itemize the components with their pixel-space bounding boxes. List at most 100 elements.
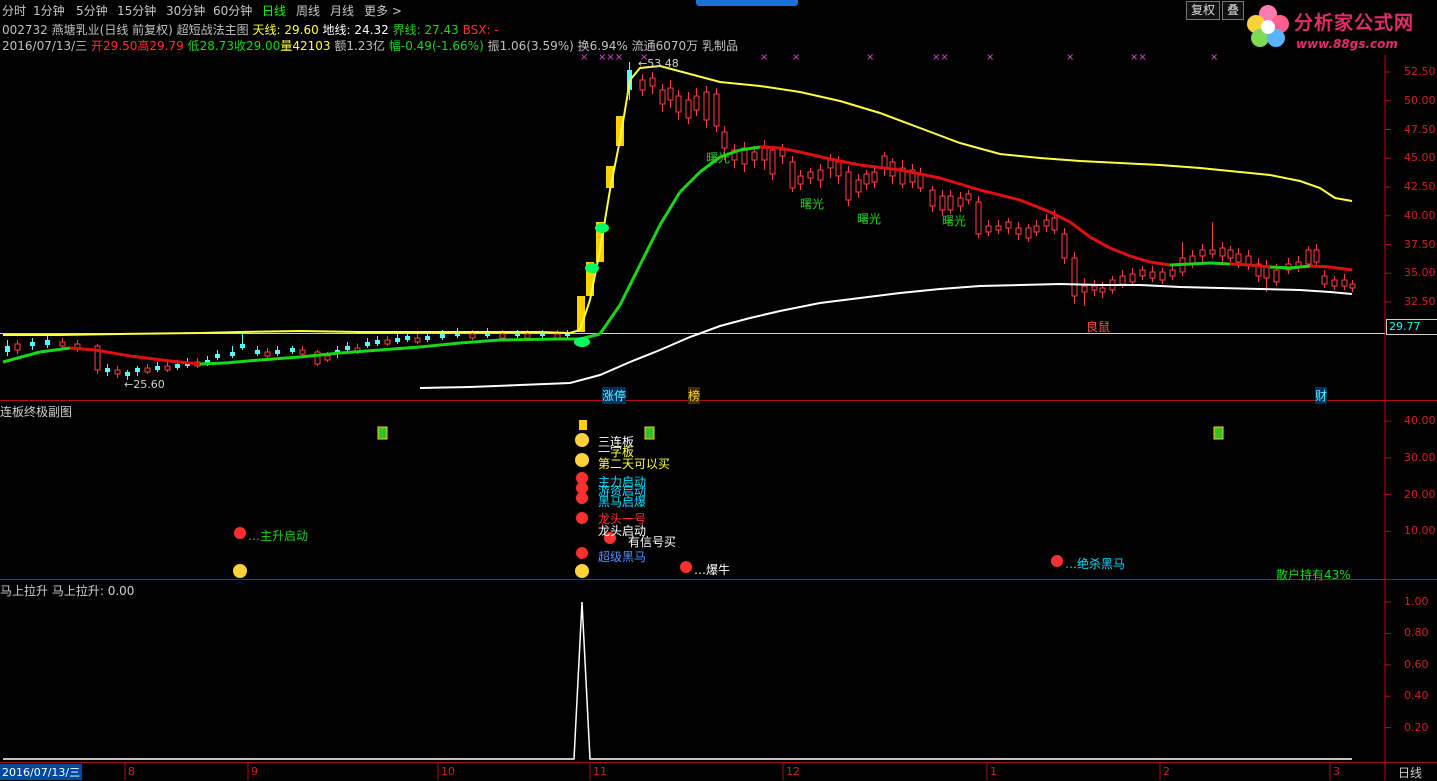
candle-body <box>164 365 171 371</box>
period-label[interactable]: 日线 <box>1398 764 1422 781</box>
candle-body <box>215 354 220 358</box>
candle-body <box>1235 253 1242 263</box>
annotation-liangshu: 良鼠 <box>1086 320 1111 334</box>
sub2-title: 马上拉升 <box>0 584 49 598</box>
trend-line-segment <box>1189 261 1211 266</box>
candle-body <box>659 89 666 105</box>
candle-body <box>929 189 936 207</box>
trend-line-segment <box>379 345 421 352</box>
candle-body <box>817 169 824 181</box>
marker-x: × <box>1210 52 1218 63</box>
candle-body <box>1227 249 1234 259</box>
candle-body <box>807 171 814 179</box>
trend-line-segment <box>1309 264 1331 269</box>
trend-line-segment <box>224 358 261 365</box>
chart-canvas[interactable]: × ××× × × × × ×× × × ×× × <box>0 0 1437 780</box>
candle-body <box>713 93 720 127</box>
trend-line-segment <box>1289 264 1311 270</box>
candle-body <box>230 352 235 356</box>
candle-body <box>5 346 10 352</box>
candle-body <box>565 334 570 336</box>
trend-line-segment <box>1329 265 1353 272</box>
red-ball-icon <box>576 547 588 559</box>
price-axis-label: 32.50 <box>1404 295 1436 308</box>
trend-line-segment <box>1069 220 1091 239</box>
candle-body <box>299 349 306 355</box>
sub1-axis-label: 20.00 <box>1404 487 1436 501</box>
month-label: 2 <box>1163 765 1170 778</box>
signal-gem-icon <box>574 337 590 347</box>
candle-body <box>835 161 842 177</box>
signal-text: 绝杀黑马 <box>1077 557 1126 571</box>
candle-body <box>1331 279 1338 287</box>
retail-holding: 散户持有43% <box>1276 568 1351 582</box>
candle-body <box>1305 249 1312 265</box>
price-axis-label: 50.00 <box>1404 93 1436 107</box>
flag-icon <box>644 426 655 440</box>
trend-line-segment <box>1249 263 1271 269</box>
month-label: 1 <box>990 765 997 778</box>
candle-body <box>675 95 682 113</box>
candle-body <box>1099 287 1106 293</box>
candle-body <box>965 193 972 201</box>
trend-line-segment <box>1229 262 1251 267</box>
candle-body <box>1071 257 1078 297</box>
trend-line-segment <box>1129 254 1151 264</box>
trend-line-segment <box>1209 261 1231 266</box>
candle-body <box>1321 275 1328 285</box>
marker-x: × <box>866 52 874 63</box>
candle-body <box>797 175 804 185</box>
low-arrow-label: ←25.60 <box>124 378 165 391</box>
candle-body <box>345 346 350 350</box>
candle-body <box>1129 273 1136 283</box>
trend-line-segment <box>499 337 561 342</box>
candle-body <box>693 95 700 111</box>
red-ball-icon <box>576 492 588 504</box>
marker-x: × <box>1066 52 1074 63</box>
month-label: 10 <box>441 765 455 778</box>
signal-label: …爆牛 <box>694 563 731 577</box>
signal-text: 主升启动 <box>260 529 309 543</box>
trend-line-segment <box>339 348 381 355</box>
candle-body <box>1159 271 1166 281</box>
smiley-icon <box>233 564 247 578</box>
sub1-title: 连板终极副图 <box>0 405 73 419</box>
flag-icon <box>377 426 388 440</box>
trend-line-segment <box>939 176 981 192</box>
candle-body <box>957 197 964 207</box>
candle-body <box>1119 275 1126 285</box>
candle-body <box>1033 225 1040 233</box>
candle-body <box>1149 271 1156 279</box>
signal-gem-icon <box>595 223 609 233</box>
trend-line-segment <box>739 145 761 152</box>
candle-body <box>275 350 280 354</box>
trend-line-segment <box>1089 235 1111 250</box>
candle-body <box>779 149 786 157</box>
red-ball-icon <box>680 561 692 573</box>
candle-body <box>1169 269 1176 277</box>
trend-line-segment <box>1109 246 1131 258</box>
sub2-axis-label: 1.00 <box>1404 595 1429 608</box>
price-axis-label: 40.00 <box>1404 208 1436 222</box>
candle-body <box>125 372 130 376</box>
trend-line-segment <box>1149 260 1171 267</box>
candle-body <box>1043 219 1050 227</box>
trend-line-segments <box>2 145 1353 366</box>
candle-body <box>144 367 151 373</box>
candle-body <box>863 173 870 185</box>
annotation-limitup: 涨停 <box>602 387 627 404</box>
sub1-axis-label: 10.00 <box>1404 524 1436 538</box>
smiley-icon <box>575 433 589 447</box>
candle-body <box>30 342 35 346</box>
trend-line-segment <box>259 355 301 362</box>
sub2-value: 马上拉升: 0.00 <box>51 584 135 598</box>
candle-body <box>685 99 692 119</box>
sub2-axis-label: 0.20 <box>1404 720 1429 734</box>
trend-line-segment <box>299 351 341 359</box>
annotation-bang: 榜 <box>688 387 701 404</box>
trend-line-segment <box>459 338 501 345</box>
month-label: 3 <box>1333 765 1340 778</box>
candle-body <box>881 155 888 169</box>
trend-line-segment <box>979 188 1021 202</box>
signal-label: …绝杀黑马 <box>1065 557 1126 571</box>
